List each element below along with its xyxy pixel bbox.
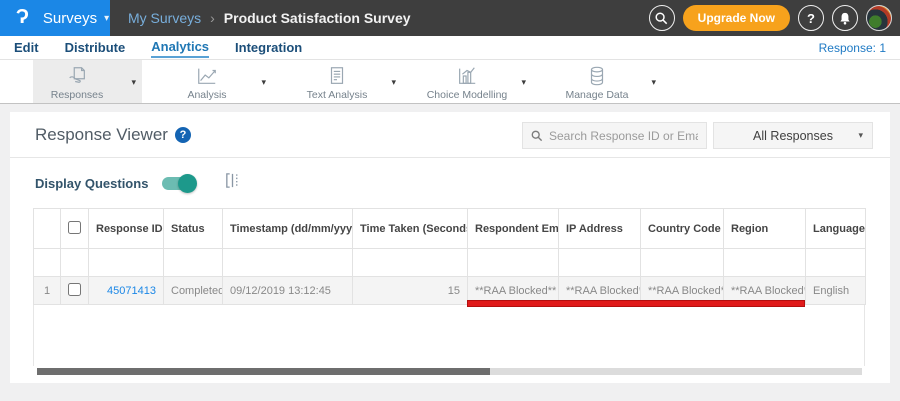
- nav-analytics[interactable]: Analytics: [151, 37, 210, 58]
- search-icon: [531, 130, 543, 141]
- column-freeze-icon[interactable]: [224, 172, 241, 194]
- chevron-down-icon: ▾: [104, 12, 110, 24]
- col-region[interactable]: Region: [723, 208, 806, 249]
- col-timestamp[interactable]: Timestamp (dd/mm/yyyy)⇅: [222, 208, 353, 249]
- nav-integration[interactable]: Integration: [235, 38, 302, 57]
- responses-table: Response ID▾ Status Timestamp (dd/mm/yyy…: [33, 208, 866, 307]
- breadcrumb-survey-title: Product Satisfaction Survey: [223, 10, 411, 26]
- toolbar-analysis[interactable]: Analysis ▾: [163, 60, 272, 103]
- display-questions-label: Display Questions: [35, 175, 149, 191]
- chevron-down-icon[interactable]: ▾: [131, 77, 136, 88]
- table-header-row: Response ID▾ Status Timestamp (dd/mm/yyy…: [33, 208, 866, 249]
- toolbar-text-analysis[interactable]: Text Analysis ▾: [293, 60, 402, 103]
- analytics-toolbar: Responses ▾ Analysis ▾ Text Analysis ▾ C…: [0, 60, 900, 104]
- viewer-header: Response Viewer ? All Responses ▾: [10, 112, 890, 158]
- cell-response-id: 45071413: [88, 276, 164, 305]
- breadcrumb-separator-icon: ›: [210, 10, 215, 26]
- filter-cell[interactable]: [88, 248, 164, 277]
- col-time-taken[interactable]: Time Taken (Seconds)⇅: [352, 208, 468, 249]
- topbar-actions: Upgrade Now ?: [648, 0, 892, 36]
- upgrade-now-button[interactable]: Upgrade Now: [682, 5, 790, 31]
- col-country-code[interactable]: Country Code: [640, 208, 724, 249]
- viewer-help-icon[interactable]: ?: [174, 127, 191, 143]
- toolbar-choice-modelling-label: Choice Modelling: [426, 89, 508, 101]
- response-id-link[interactable]: 45071413: [107, 285, 156, 297]
- col-language[interactable]: Language: [805, 208, 866, 249]
- row-number: 1: [33, 276, 61, 305]
- chevron-down-icon[interactable]: ▾: [521, 77, 526, 88]
- cell-status: Completed: [163, 276, 223, 305]
- notifications-bell-icon[interactable]: [832, 5, 858, 31]
- row-checkbox[interactable]: [68, 282, 81, 296]
- breadcrumb: My Surveys › Product Satisfaction Survey: [128, 10, 411, 26]
- response-count-label: Response: 1: [818, 40, 886, 55]
- rownum-header: [33, 208, 61, 249]
- help-icon[interactable]: ?: [798, 5, 824, 31]
- page-title-row: Response Viewer ?: [35, 125, 191, 145]
- responses-filter-dropdown[interactable]: All Responses ▾: [713, 122, 873, 149]
- chevron-down-icon[interactable]: ▾: [651, 77, 656, 88]
- toolbar-choice-modelling[interactable]: Choice Modelling ▾: [423, 60, 532, 103]
- filter-cell[interactable]: [805, 248, 866, 277]
- toolbar-responses-label: Responses: [50, 89, 104, 101]
- filter-cell[interactable]: [723, 248, 806, 277]
- chevron-down-icon[interactable]: ▾: [261, 77, 266, 88]
- product-label: Surveys: [42, 9, 98, 27]
- search-icon[interactable]: [648, 5, 675, 31]
- surveys-menu[interactable]: Ɂ Surveys ▾: [0, 0, 110, 36]
- toolbar-text-analysis-label: Text Analysis: [306, 89, 368, 101]
- row-select-cell: [60, 276, 89, 305]
- cell-time-taken: 15: [352, 276, 468, 305]
- user-avatar[interactable]: [866, 5, 892, 31]
- filter-cell[interactable]: [558, 248, 641, 277]
- topbar: Ɂ Surveys ▾ My Surveys › Product Satisfa…: [0, 0, 900, 36]
- cell-language: English: [805, 276, 866, 305]
- manage-data-icon: [585, 65, 609, 87]
- nav-distribute[interactable]: Distribute: [65, 38, 126, 57]
- display-questions-toggle[interactable]: [162, 173, 198, 193]
- filter-row: [33, 248, 866, 277]
- toolbar-manage-data[interactable]: Manage Data ▾: [553, 60, 662, 103]
- toolbar-analysis-label: Analysis: [187, 89, 227, 101]
- response-viewer-panel: Response Viewer ? All Responses ▾ Displa…: [10, 112, 890, 383]
- red-highlight-annotation: [467, 300, 805, 307]
- col-ip-address[interactable]: IP Address: [558, 208, 641, 249]
- horizontal-scrollbar[interactable]: [37, 368, 862, 375]
- select-all-header: [60, 208, 89, 249]
- breadcrumb-my-surveys[interactable]: My Surveys: [128, 10, 201, 26]
- toolbar-manage-data-label: Manage Data: [565, 89, 629, 101]
- analysis-icon: [195, 65, 219, 87]
- search-box[interactable]: [522, 122, 707, 149]
- choice-modelling-icon: [455, 65, 479, 87]
- filter-selected-value: All Responses: [753, 128, 833, 143]
- questionpro-logo-icon: Ɂ: [16, 5, 29, 28]
- chevron-down-icon: ▾: [858, 130, 863, 140]
- chevron-down-icon[interactable]: ▾: [391, 77, 396, 88]
- select-all-checkbox[interactable]: [68, 220, 81, 234]
- toolbar-responses[interactable]: Responses ▾: [33, 60, 142, 103]
- nav-edit[interactable]: Edit: [14, 38, 39, 57]
- col-response-id[interactable]: Response ID▾: [88, 208, 164, 249]
- responses-icon: [65, 65, 89, 87]
- toggle-knob: [178, 173, 198, 193]
- filter-cell[interactable]: [163, 248, 223, 277]
- search-input[interactable]: [549, 128, 698, 143]
- filter-cell[interactable]: [640, 248, 724, 277]
- filter-cell[interactable]: [467, 248, 559, 277]
- col-status[interactable]: Status: [163, 208, 223, 249]
- col-respondent-email[interactable]: Respondent Email: [467, 208, 559, 249]
- text-analysis-icon: [325, 65, 349, 87]
- filter-cell[interactable]: [222, 248, 353, 277]
- controls-row: Display Questions: [10, 158, 890, 208]
- survey-nav: Edit Distribute Analytics Integration Re…: [0, 36, 900, 60]
- table-empty-area: [33, 305, 865, 366]
- scrollbar-thumb[interactable]: [37, 368, 490, 375]
- page-title: Response Viewer: [35, 125, 168, 144]
- filter-cell[interactable]: [352, 248, 468, 277]
- cell-timestamp: 09/12/2019 13:12:45: [222, 276, 353, 305]
